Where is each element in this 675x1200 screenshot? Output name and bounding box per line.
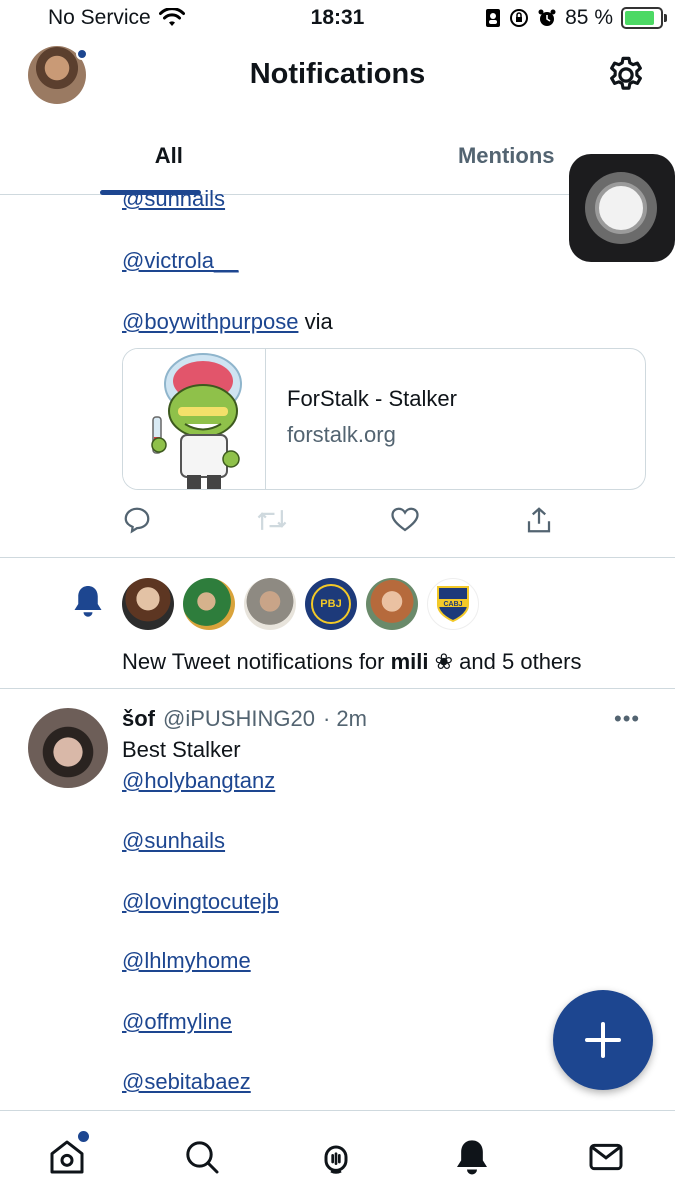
tweet-time: · 2m	[322, 706, 367, 731]
reply-icon[interactable]	[122, 505, 152, 535]
notification-name: mili ❀	[390, 649, 454, 674]
tweet-text: Best Stalker	[122, 737, 241, 762]
tweet-author-avatar[interactable]	[28, 708, 108, 788]
card-title: ForStalk - Stalker	[287, 386, 457, 411]
divider	[0, 688, 675, 689]
assistive-touch-button[interactable]	[569, 154, 675, 262]
spaces-icon	[324, 1145, 348, 1174]
rotation-lock-icon	[510, 9, 529, 27]
status-icons: 85 %	[485, 6, 667, 30]
bell-icon	[74, 586, 102, 617]
alarm-icon	[538, 9, 556, 26]
pbj-logo-text: PBJ	[320, 598, 342, 610]
mention-link[interactable]: @lovingtocutejb	[122, 889, 279, 915]
tweet-actions	[122, 505, 562, 537]
avatar[interactable]: PBJ	[305, 578, 357, 630]
mention-link[interactable]: @holybangtanz	[122, 768, 275, 794]
status-bar: No Service 18:31 85 %	[0, 0, 675, 38]
page-title: Notifications	[249, 58, 426, 90]
mention-link[interactable]: @lhlmyhome	[122, 948, 251, 974]
tab-all-label: All	[154, 143, 183, 168]
mention-via-line: @boywithpurpose via	[122, 309, 333, 335]
retweet-icon[interactable]	[256, 505, 288, 535]
card-thumbnail	[123, 349, 266, 489]
notification-suffix: and 5 others	[453, 649, 582, 674]
settings-gear-icon[interactable]	[605, 54, 647, 96]
battery-icon	[621, 7, 667, 29]
header: Notifications	[0, 38, 675, 118]
cabj-logo-text: CABJ	[443, 601, 462, 608]
mention-link[interactable]: @sunhails	[122, 828, 225, 854]
divider	[0, 557, 675, 558]
more-options-icon[interactable]: •••	[614, 706, 640, 732]
mention-link[interactable]: @sebitabaez	[122, 1069, 251, 1095]
nav-home[interactable]	[47, 1131, 89, 1177]
avatar[interactable]	[366, 578, 418, 630]
author-name[interactable]: šof	[122, 706, 155, 732]
tab-all[interactable]: All	[0, 118, 338, 194]
tab-mentions-label: Mentions	[457, 143, 555, 168]
battery-level	[625, 11, 654, 25]
mad-scientist-image	[151, 353, 242, 489]
avatar[interactable]	[122, 578, 174, 630]
via-text: via	[304, 309, 333, 334]
plus-icon	[585, 1022, 621, 1058]
card-domain: forstalk.org	[287, 422, 396, 447]
battery-percent: 85 %	[565, 6, 613, 29]
tweet-header: šof @iPUSHING20 · 2m	[122, 706, 367, 732]
bottom-nav	[0, 1110, 675, 1200]
search-icon	[186, 1141, 219, 1174]
mention-link[interactable]: @victrola__	[122, 248, 239, 274]
nav-messages[interactable]	[586, 1137, 626, 1177]
avatar[interactable]	[183, 578, 235, 630]
notification-text[interactable]: New Tweet notifications for mili ❀ and 5…	[122, 649, 582, 675]
messages-icon	[589, 1143, 623, 1171]
home-icon	[50, 1140, 84, 1174]
assistive-touch-ring	[585, 172, 657, 244]
share-icon[interactable]	[524, 505, 554, 535]
nav-search[interactable]	[182, 1137, 222, 1177]
compose-tweet-button[interactable]	[553, 990, 653, 1090]
notifications-icon	[457, 1140, 487, 1175]
portrait-icon	[486, 9, 501, 27]
mention-link[interactable]: @sunhails	[122, 186, 225, 212]
author-handle[interactable]: @iPUSHING20	[163, 706, 315, 732]
notification-prefix: New Tweet notifications for	[122, 649, 391, 674]
notification-avatars: PBJ CABJ	[122, 578, 479, 630]
home-unread-dot	[78, 1131, 89, 1142]
avatar[interactable]	[244, 578, 296, 630]
mention-link[interactable]: @offmyline	[122, 1009, 232, 1035]
like-icon[interactable]	[390, 505, 420, 535]
nav-notifications[interactable]	[452, 1137, 492, 1177]
avatar[interactable]: CABJ	[427, 578, 479, 630]
link-preview-card[interactable]: ForStalk - Stalker forstalk.org	[122, 348, 646, 490]
mention-link[interactable]: @boywithpurpose	[122, 309, 298, 334]
boca-crest-image: CABJ	[437, 586, 469, 623]
nav-spaces[interactable]	[316, 1137, 356, 1177]
